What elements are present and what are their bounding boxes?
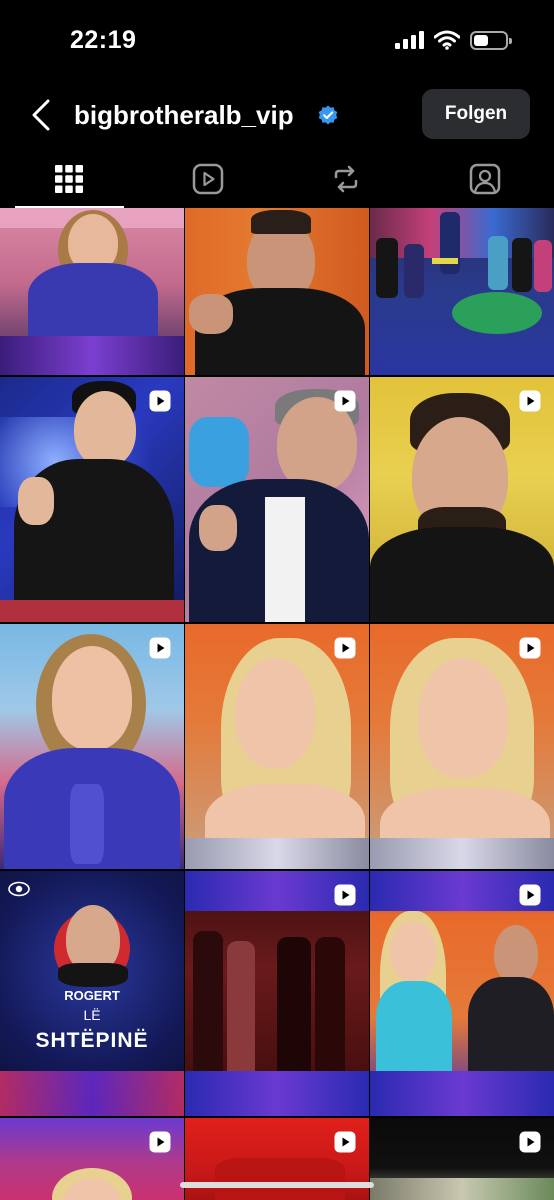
back-button[interactable] [24,96,58,134]
reel-icon [334,884,356,906]
reel-icon [519,884,541,906]
post-tile[interactable] [370,624,554,869]
wifi-icon [434,30,460,50]
big-brother-eye-icon [8,881,30,897]
reel-icon [334,1131,356,1153]
status-bar: 22:19 [0,0,554,80]
post-tile[interactable] [370,871,554,1116]
home-indicator[interactable] [180,1182,374,1188]
post-tile[interactable] [185,208,369,375]
battery-icon [470,30,512,50]
tab-grid[interactable] [0,150,139,208]
posts-grid: ROGERT LË SHTËPINË [0,208,554,1200]
reel-icon [149,1131,171,1153]
post-tile[interactable] [370,1118,554,1200]
post-tile[interactable] [370,377,554,622]
reel-icon [519,637,541,659]
post-caption-line1: LË [83,1007,101,1023]
follow-button[interactable]: Folgen [422,89,530,139]
post-tile[interactable] [0,624,184,869]
profile-username: bigbrotheralb_vip [74,100,294,130]
tab-reels[interactable] [139,150,278,208]
tagged-icon [469,163,500,195]
reels-icon [192,163,223,195]
tab-tagged[interactable] [416,150,554,208]
reel-icon [334,390,356,412]
reel-icon [334,637,356,659]
post-tile[interactable] [0,208,184,375]
status-time: 22:19 [70,26,137,54]
reel-icon [149,390,171,412]
post-tile[interactable] [0,1118,184,1200]
status-icons [395,30,512,50]
post-tile[interactable] [185,377,369,622]
tab-reposts[interactable] [277,150,416,208]
post-tile[interactable] [185,624,369,869]
profile-header: bigbrotheralb_vip Folgen [0,80,554,150]
cellular-signal-icon [395,31,424,49]
reel-icon [519,390,541,412]
profile-tabs [0,150,554,208]
post-tile[interactable] [0,377,184,622]
repost-icon [335,165,358,193]
reel-icon [149,637,171,659]
reel-icon [519,1131,541,1153]
post-tile[interactable] [185,871,369,1116]
post-tile[interactable] [370,208,554,375]
housemate-name: ROGERT [64,988,120,1003]
chevron-left-icon [32,99,50,131]
post-tile[interactable]: ROGERT LË SHTËPINË [0,871,184,1116]
grid-icon [55,165,84,193]
post-caption-line2: SHTËPINË [35,1029,149,1052]
verified-badge-icon [318,105,338,125]
